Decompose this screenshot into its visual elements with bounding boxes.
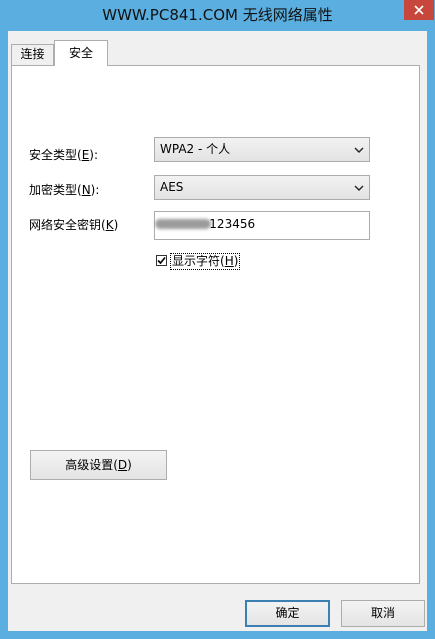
show-characters-label[interactable]: 显示字符(H) bbox=[170, 253, 241, 270]
chevron-down-icon bbox=[354, 138, 366, 161]
advanced-settings-button[interactable]: 高级设置(D) bbox=[30, 450, 167, 480]
network-key-label: 网络安全密钥(K) bbox=[29, 218, 119, 232]
dialog-client-area: 连接 安全 安全类型(E): WPA2 - 个人 加密类型(N): AES 网络… bbox=[8, 31, 427, 631]
security-type-select[interactable]: WPA2 - 个人 bbox=[154, 137, 370, 162]
close-button[interactable] bbox=[404, 0, 434, 20]
title-bar[interactable]: WWW.PC841.COM 无线网络属性 bbox=[0, 0, 435, 31]
close-icon bbox=[414, 5, 424, 15]
encryption-type-select[interactable]: AES bbox=[154, 175, 370, 200]
network-key-value: wwwpc8123456 bbox=[209, 217, 256, 231]
cancel-button[interactable]: 取消 bbox=[341, 600, 425, 627]
ok-button[interactable]: 确定 bbox=[245, 600, 330, 627]
chevron-down-icon bbox=[354, 176, 366, 199]
security-type-value: WPA2 - 个人 bbox=[160, 142, 231, 156]
tab-strip: 连接 安全 bbox=[8, 31, 427, 66]
encryption-type-value: AES bbox=[160, 180, 184, 194]
checkmark-icon bbox=[157, 256, 166, 265]
encryption-type-label: 加密类型(N): bbox=[29, 183, 100, 197]
window-title: WWW.PC841.COM 无线网络属性 bbox=[102, 6, 333, 24]
security-panel: 安全类型(E): WPA2 - 个人 加密类型(N): AES 网络安全密钥(K… bbox=[11, 65, 420, 584]
show-characters-checkbox[interactable] bbox=[156, 255, 167, 266]
network-key-input[interactable]: wwwpc8123456 bbox=[154, 211, 370, 240]
security-type-label: 安全类型(E): bbox=[29, 148, 99, 162]
tab-connection[interactable]: 连接 bbox=[11, 44, 54, 65]
properties-window: WWW.PC841.COM 无线网络属性 连接 安全 安全类型(E): WPA2… bbox=[0, 0, 435, 639]
tab-security[interactable]: 安全 bbox=[54, 40, 108, 66]
